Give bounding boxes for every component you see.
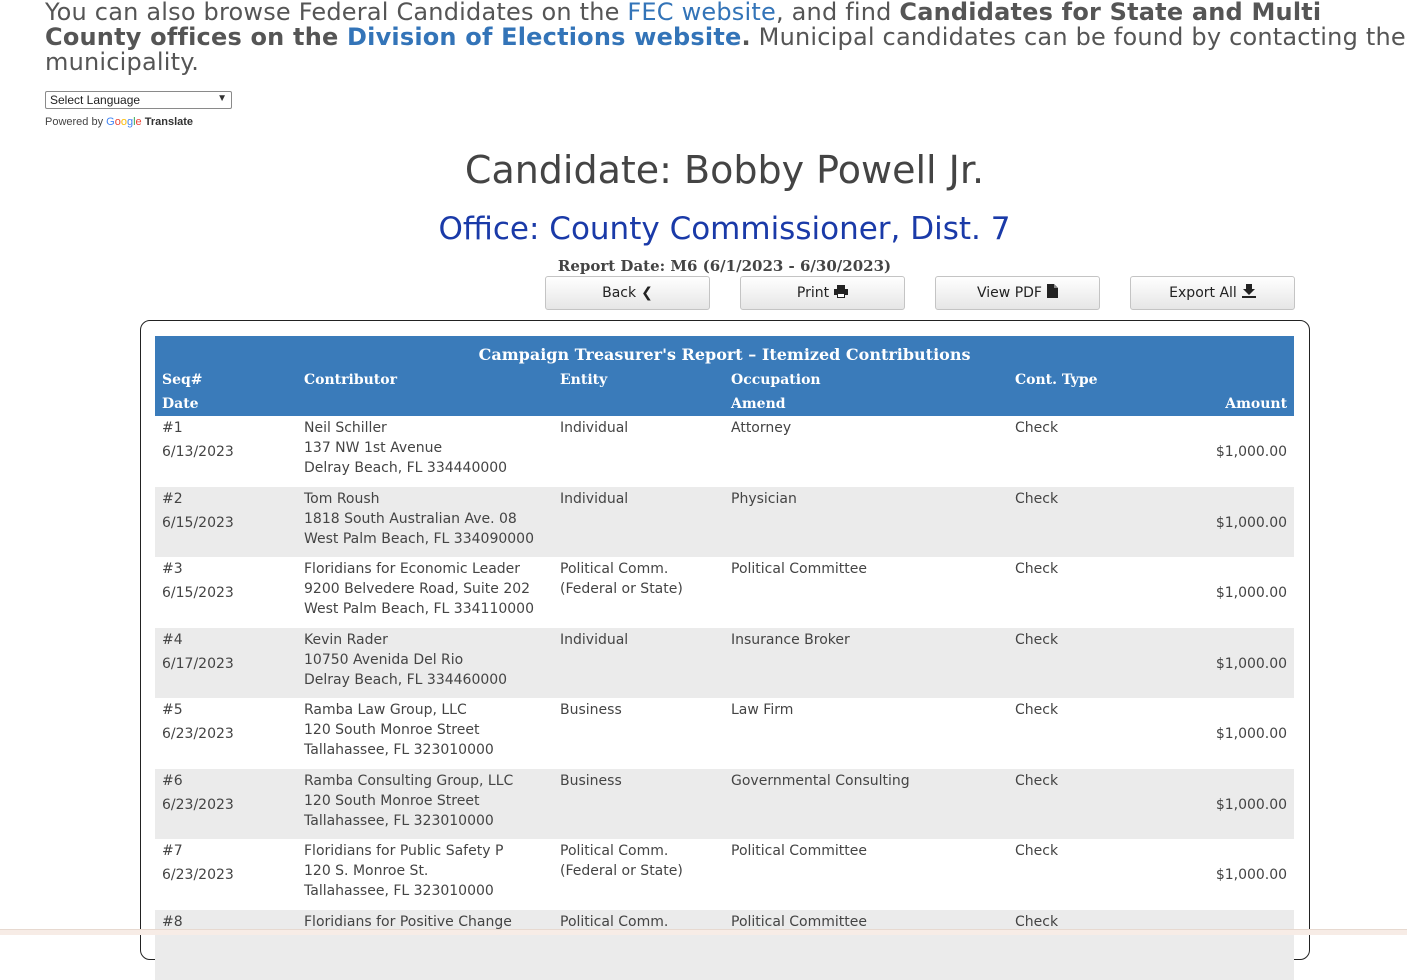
- cell-contributor: Floridians for Public Safety P120 S. Mon…: [297, 839, 553, 910]
- table-row: #66/23/2023Ramba Consulting Group, LLC12…: [155, 769, 1294, 840]
- cell-entity: Business: [553, 769, 724, 840]
- cell-occupation: Law Firm: [724, 698, 1008, 769]
- cell-contributor: Neil Schiller137 NW 1st AvenueDelray Bea…: [297, 416, 553, 487]
- cell-seq-date: #36/15/2023: [155, 557, 297, 628]
- cell-contributor: Floridians for Positive Change: [297, 910, 553, 980]
- cell-amount: $1,000.00: [1158, 487, 1294, 558]
- table-row: #8Floridians for Positive ChangePolitica…: [155, 910, 1294, 980]
- language-select[interactable]: Select Language ▼: [45, 91, 232, 109]
- cell-entity: Individual: [553, 416, 724, 487]
- cell-entity: Individual: [553, 487, 724, 558]
- table-row: #76/23/2023Floridians for Public Safety …: [155, 839, 1294, 910]
- candidate-heading: Candidate: Bobby Powell Jr.: [0, 148, 1407, 192]
- cell-contributor: Kevin Rader10750 Avenida Del RioDelray B…: [297, 628, 553, 699]
- cell-cont-type: Check: [1008, 557, 1158, 628]
- cell-cont-type: Check: [1008, 698, 1158, 769]
- cell-entity: Political Comm.(Federal or State): [553, 839, 724, 910]
- powered-by-google-translate: Powered by Google Translate: [45, 116, 193, 128]
- report-date: Report Date: M6 (6/1/2023 - 6/30/2023): [0, 257, 1407, 275]
- table-row: #16/13/2023Neil Schiller137 NW 1st Avenu…: [155, 416, 1294, 487]
- table-title: Campaign Treasurer's Report – Itemized C…: [155, 336, 1294, 368]
- cell-contributor: Floridians for Economic Leader9200 Belve…: [297, 557, 553, 628]
- cell-cont-type: Check: [1008, 628, 1158, 699]
- cell-cont-type: Check: [1008, 416, 1158, 487]
- cell-amount: [1158, 910, 1294, 980]
- cell-occupation: Political Committee: [724, 557, 1008, 628]
- cell-seq-date: #66/23/2023: [155, 769, 297, 840]
- cell-cont-type: Check: [1008, 839, 1158, 910]
- language-select-value: Select Language: [50, 93, 140, 107]
- cell-entity: Political Comm.: [553, 910, 724, 980]
- cell-cont-type: Check: [1008, 910, 1158, 980]
- cell-entity: Political Comm.(Federal or State): [553, 557, 724, 628]
- cell-occupation: Physician: [724, 487, 1008, 558]
- cell-seq-date: #8: [155, 910, 297, 980]
- cell-occupation: Political Committee: [724, 910, 1008, 980]
- col-header-amend: Amend: [724, 392, 1008, 416]
- col-header-amount: Amount: [1158, 392, 1294, 416]
- table-row: #46/17/2023Kevin Rader10750 Avenida Del …: [155, 628, 1294, 699]
- chevron-left-icon: ❮: [641, 277, 653, 309]
- back-button[interactable]: Back❮: [545, 276, 710, 310]
- cell-amount: $1,000.00: [1158, 628, 1294, 699]
- printer-icon: [834, 285, 848, 298]
- col-header-entity: Entity: [553, 368, 724, 392]
- intro-paragraph: You can also browse Federal Candidates o…: [45, 0, 1407, 75]
- cell-cont-type: Check: [1008, 487, 1158, 558]
- cell-entity: Individual: [553, 628, 724, 699]
- cell-contributor: Ramba Consulting Group, LLC120 South Mon…: [297, 769, 553, 840]
- division-of-elections-link[interactable]: Division of Elections website: [347, 23, 741, 51]
- cell-occupation: Governmental Consulting: [724, 769, 1008, 840]
- cell-amount: $1,000.00: [1158, 557, 1294, 628]
- col-header-seq: Seq#: [155, 368, 297, 392]
- cell-cont-type: Check: [1008, 769, 1158, 840]
- bottom-bar: [0, 929, 1407, 935]
- col-header-occupation: Occupation: [724, 368, 1008, 392]
- cell-amount: $1,000.00: [1158, 416, 1294, 487]
- col-header-contributor: Contributor: [297, 368, 553, 392]
- col-header-cont-type: Cont. Type: [1008, 368, 1158, 392]
- table-row: #56/23/2023Ramba Law Group, LLC120 South…: [155, 698, 1294, 769]
- cell-seq-date: #76/23/2023: [155, 839, 297, 910]
- table-row: #36/15/2023Floridians for Economic Leade…: [155, 557, 1294, 628]
- file-icon: [1047, 284, 1058, 298]
- cell-occupation: Attorney: [724, 416, 1008, 487]
- google-logo: Google: [106, 116, 142, 128]
- cell-occupation: Insurance Broker: [724, 628, 1008, 699]
- chevron-down-icon: ▼: [217, 92, 227, 106]
- contributions-table: Campaign Treasurer's Report – Itemized C…: [155, 336, 1294, 980]
- cell-amount: $1,000.00: [1158, 698, 1294, 769]
- cell-seq-date: #26/15/2023: [155, 487, 297, 558]
- cell-seq-date: #16/13/2023: [155, 416, 297, 487]
- table-row: #26/15/2023Tom Roush1818 South Australia…: [155, 487, 1294, 558]
- cell-contributor: Ramba Law Group, LLC120 South Monroe Str…: [297, 698, 553, 769]
- view-pdf-button[interactable]: View PDF: [935, 276, 1100, 310]
- export-icon: [1242, 284, 1256, 298]
- export-all-button[interactable]: Export All: [1130, 276, 1295, 310]
- translate-link[interactable]: Translate: [145, 116, 193, 128]
- cell-entity: Business: [553, 698, 724, 769]
- col-header-date: Date: [155, 392, 297, 416]
- cell-seq-date: #56/23/2023: [155, 698, 297, 769]
- cell-amount: $1,000.00: [1158, 769, 1294, 840]
- cell-seq-date: #46/17/2023: [155, 628, 297, 699]
- office-heading: Office: County Commissioner, Dist. 7: [0, 211, 1407, 247]
- cell-occupation: Political Committee: [724, 839, 1008, 910]
- cell-amount: $1,000.00: [1158, 839, 1294, 910]
- print-button[interactable]: Print: [740, 276, 905, 310]
- cell-contributor: Tom Roush1818 South Australian Ave. 08We…: [297, 487, 553, 558]
